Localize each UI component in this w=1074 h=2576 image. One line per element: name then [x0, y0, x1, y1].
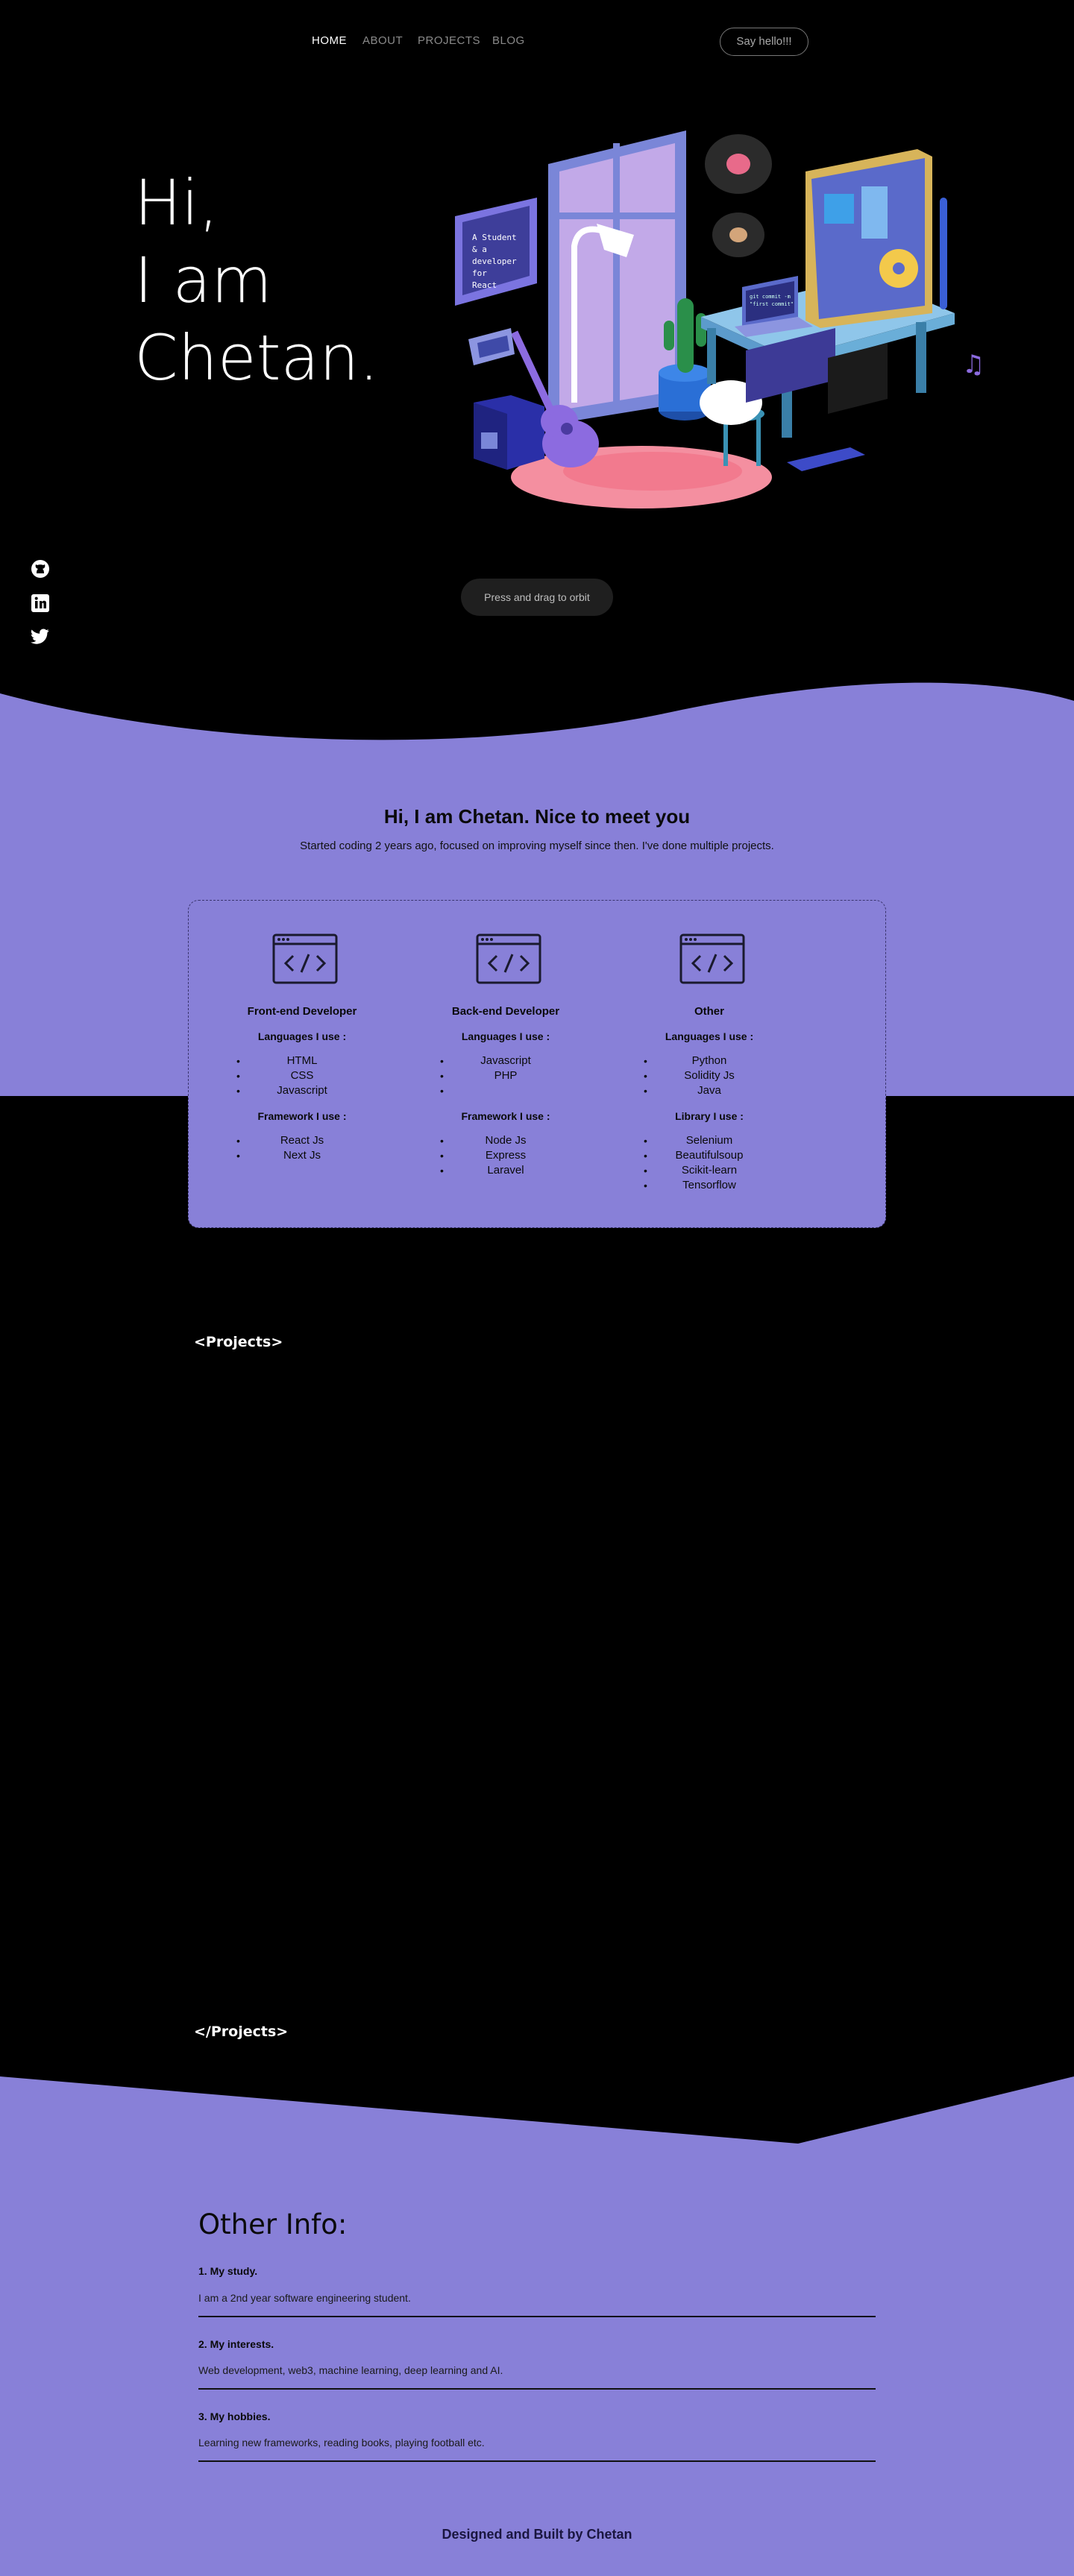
list-item: PHP: [394, 1068, 618, 1083]
about-title: Hi, I am Chetan. Nice to meet you: [383, 805, 691, 828]
say-hello-button[interactable]: Say hello!!!: [720, 28, 808, 56]
code-window-icon: [476, 933, 541, 984]
list-item: Selenium: [597, 1133, 821, 1148]
skills-card: Front-end Developer Languages I use : HT…: [188, 900, 886, 1228]
column-title: Back-end Developer: [451, 1005, 560, 1018]
svg-text:developer: developer: [472, 256, 517, 266]
skills-column-backend: Back-end Developer Languages I use : Jav…: [394, 901, 618, 1227]
hero-line-1: Hi,: [134, 166, 219, 239]
libraries-heading: Library I use :: [675, 1110, 744, 1122]
svg-text:git commit -m: git commit -m: [750, 294, 791, 300]
list-item: Javascript: [394, 1054, 618, 1068]
list-item: Express: [394, 1148, 618, 1163]
orbit-hint-pill: Press and drag to orbit: [461, 579, 613, 616]
nav-blog-link[interactable]: BLOG: [492, 34, 525, 47]
svg-text:A Student: A Student: [472, 233, 517, 242]
skills-column-frontend: Front-end Developer Languages I use : HT…: [190, 901, 414, 1227]
info-heading-interests: 2. My interests.: [198, 2338, 274, 2350]
info-text-study: I am a 2nd year software engineering stu…: [198, 2292, 411, 2304]
svg-text:React: React: [472, 280, 497, 290]
svg-text:♫: ♫: [962, 350, 984, 380]
svg-text:"first commit": "first commit": [750, 301, 794, 307]
languages-heading: Languages I use :: [461, 1030, 550, 1042]
info-text-interests: Web development, web3, machine learning,…: [198, 2364, 503, 2376]
other-info-background: [0, 2076, 1074, 2576]
github-icon[interactable]: [30, 558, 51, 579]
list-item: Javascript: [190, 1083, 414, 1098]
3d-room-scene[interactable]: A Student & a developer for React git co…: [448, 127, 992, 522]
languages-heading: Languages I use :: [257, 1030, 347, 1042]
hero-line-2: I am: [134, 244, 272, 317]
twitter-icon[interactable]: [30, 627, 51, 648]
about-subtitle: Started coding 2 years ago, focused on i…: [300, 840, 774, 852]
frameworks-heading: Framework I use :: [257, 1110, 347, 1122]
list-item: CSS: [190, 1068, 414, 1083]
code-window-icon: [272, 933, 338, 984]
languages-list: Javascript PHP: [394, 1054, 618, 1098]
list-item: React Js: [190, 1133, 414, 1148]
nav-home-link[interactable]: HOME: [312, 34, 347, 47]
svg-text:for: for: [472, 268, 487, 278]
other-info-title: Other Info:: [198, 2208, 348, 2240]
linkedin-icon[interactable]: [30, 593, 51, 614]
list-item: [394, 1083, 618, 1098]
divider: [198, 2388, 876, 2390]
list-item: Beautifulsoup: [597, 1148, 821, 1163]
list-item: Solidity Js: [597, 1068, 821, 1083]
column-title: Other: [694, 1005, 724, 1018]
svg-text:& a: & a: [472, 245, 487, 254]
list-item: Java: [597, 1083, 821, 1098]
list-item: Laravel: [394, 1163, 618, 1178]
frameworks-list: React Js Next Js: [190, 1133, 414, 1163]
info-heading-study: 1. My study.: [198, 2265, 258, 2277]
frameworks-heading: Framework I use :: [461, 1110, 550, 1122]
skills-column-other: Other Languages I use : Python Solidity …: [597, 901, 821, 1227]
code-window-icon: [679, 933, 745, 984]
column-title: Front-end Developer: [247, 1005, 357, 1018]
divider: [198, 2460, 876, 2462]
list-item: Tensorflow: [597, 1178, 821, 1193]
hero-line-3: Chetan.: [134, 321, 379, 394]
languages-list: Python Solidity Js Java: [597, 1054, 821, 1098]
list-item: HTML: [190, 1054, 414, 1068]
projects-close-tag: </Projects>: [194, 2024, 289, 2040]
libraries-list: Selenium Beautifulsoup Scikit-learn Tens…: [597, 1133, 821, 1193]
list-item: Python: [597, 1054, 821, 1068]
list-item: Next Js: [190, 1148, 414, 1163]
info-heading-hobbies: 3. My hobbies.: [198, 2410, 271, 2422]
list-item: Node Js: [394, 1133, 618, 1148]
projects-open-tag: <Projects>: [194, 1334, 283, 1350]
languages-heading: Languages I use :: [665, 1030, 754, 1042]
divider: [198, 2316, 876, 2317]
nav-projects-link[interactable]: PROJECTS: [418, 34, 480, 47]
frameworks-list: Node Js Express Laravel: [394, 1133, 618, 1178]
languages-list: HTML CSS Javascript: [190, 1054, 414, 1098]
footer-credit: Designed and Built by Chetan: [442, 2527, 632, 2542]
nav-about-link[interactable]: ABOUT: [362, 34, 403, 47]
info-text-hobbies: Learning new frameworks, reading books, …: [198, 2437, 485, 2449]
list-item: Scikit-learn: [597, 1163, 821, 1178]
